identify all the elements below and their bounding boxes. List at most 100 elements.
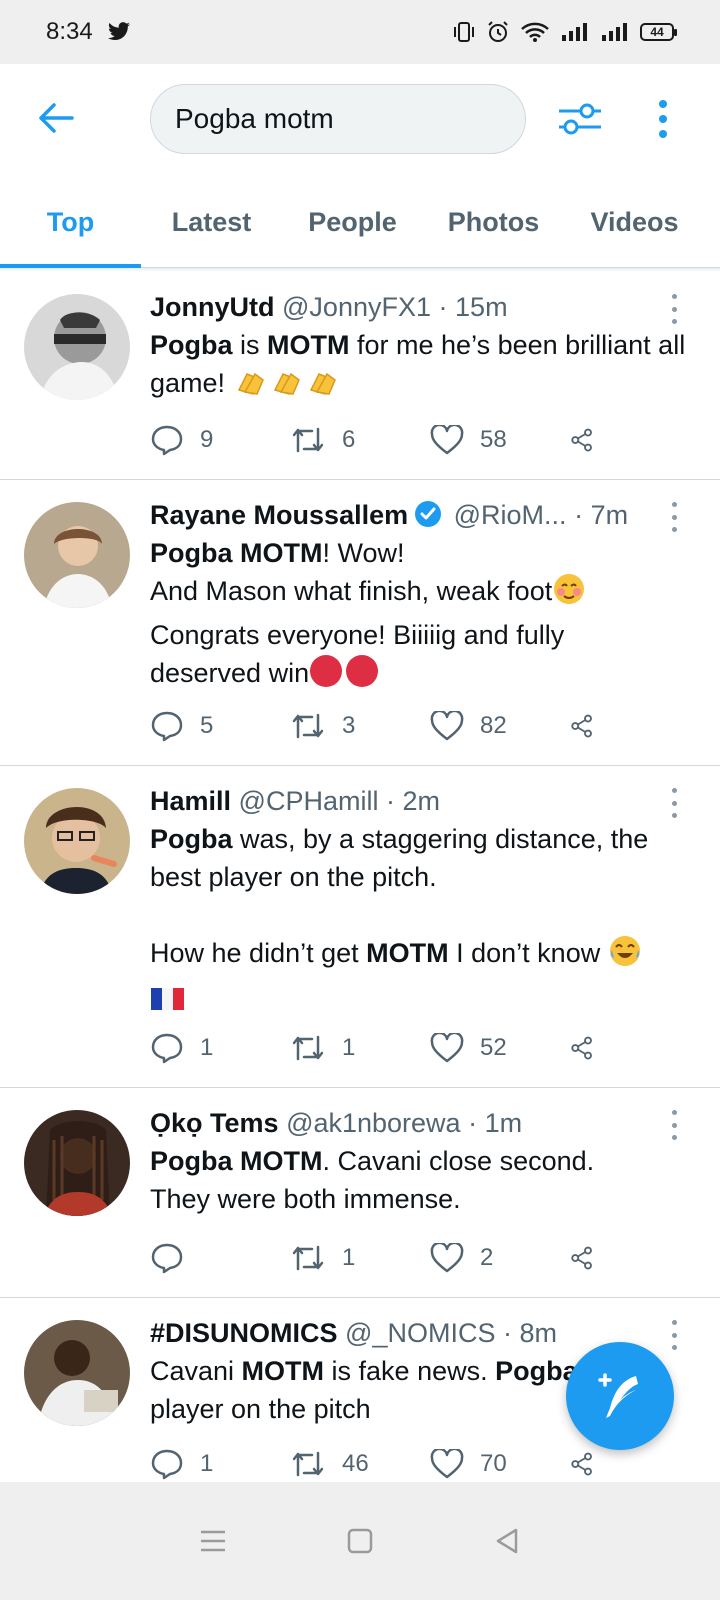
tweet-actions: 1 2 — [150, 1236, 620, 1280]
tweet-text-bold: MOTM — [267, 330, 350, 360]
like-count: 2 — [480, 1244, 494, 1271]
tweet[interactable]: Ọkọ Tems @ak1nborewa · 1m Pogba MOTM. Ca… — [0, 1088, 720, 1298]
tweet-dot: · — [574, 500, 584, 530]
like-count: 82 — [480, 712, 507, 739]
avatar[interactable] — [24, 1110, 130, 1216]
battery-icon: 44 — [640, 23, 677, 41]
tweet-author-name: #DISUNOMICS — [150, 1318, 338, 1348]
tweet-text-bold: Pogba — [150, 824, 233, 854]
tweet-author-handle: @_NOMICS — [345, 1318, 496, 1348]
retweet-button[interactable]: 1 — [290, 1243, 430, 1273]
tweet-text-bold: MOTM — [241, 1356, 325, 1386]
wifi-icon — [521, 22, 549, 42]
france-flag-emoji — [150, 984, 184, 1022]
like-count: 52 — [480, 1034, 507, 1061]
retweet-icon — [292, 427, 324, 453]
filter-button[interactable] — [556, 96, 604, 142]
tweet-text: Pogba was, by a staggering distance, the… — [150, 820, 690, 1022]
tweet-menu-button[interactable] — [664, 1320, 684, 1350]
like-icon — [430, 1449, 464, 1479]
more-vertical-icon — [659, 100, 667, 138]
retweet-button[interactable]: 3 — [290, 711, 430, 741]
tweet-text-part: deserved win — [150, 658, 310, 688]
tweet-actions: 1 46 70 — [150, 1442, 620, 1482]
avatar[interactable] — [24, 294, 130, 400]
retweet-count: 1 — [342, 1244, 356, 1271]
reply-button[interactable]: 9 — [150, 424, 290, 456]
reply-count: 1 — [200, 1450, 214, 1477]
tweet-time: 2m — [402, 786, 441, 816]
tweet[interactable]: Rayane Moussallem @RioM... · 7m Pogba MO… — [0, 480, 720, 766]
verified-icon — [414, 500, 442, 538]
tweet-actions: 5 3 82 — [150, 704, 620, 748]
like-button[interactable]: 2 — [430, 1243, 570, 1273]
reply-button[interactable]: 1 — [150, 1448, 290, 1480]
tweet-header: Hamill @CPHamill · 2m — [150, 782, 660, 820]
more-options-button[interactable] — [648, 96, 678, 142]
avatar[interactable] — [24, 788, 130, 894]
tweet-text-part: And Mason what finish, weak foot — [150, 576, 553, 606]
tweet-time: 8m — [519, 1318, 558, 1348]
retweet-button[interactable]: 46 — [290, 1449, 430, 1479]
tweet-text: Pogba MOTM. Cavani close second. They we… — [150, 1142, 690, 1218]
tweet-menu-button[interactable] — [664, 294, 684, 324]
tweet-text: Pogba is MOTM for me he’s been brilliant… — [150, 326, 690, 408]
tweet-header: Rayane Moussallem @RioM... · 7m — [150, 496, 660, 538]
search-input[interactable]: Pogba motm — [150, 84, 526, 154]
tab-people[interactable]: People — [282, 176, 423, 268]
tweet-text-bold: Pogba — [495, 1356, 578, 1386]
back-button[interactable] — [36, 98, 76, 138]
tweet[interactable]: Hamill @CPHamill · 2m Pogba was, by a st… — [0, 766, 720, 1088]
compose-tweet-button[interactable] — [566, 1342, 674, 1450]
like-button[interactable]: 52 — [430, 1033, 570, 1063]
tweet-header: Ọkọ Tems @ak1nborewa · 1m — [150, 1104, 660, 1142]
tweet-time: 7m — [590, 500, 629, 530]
share-button[interactable] — [570, 1448, 610, 1480]
tweet[interactable]: JonnyUtd @JonnyFX1 · 15m Pogba is MOTM f… — [0, 272, 720, 480]
tweet-time: 1m — [484, 1108, 523, 1138]
tab-top[interactable]: Top — [0, 176, 141, 269]
reply-button[interactable]: 1 — [150, 1032, 290, 1064]
tweet-header: #DISUNOMICS @_NOMICS · 8m — [150, 1314, 660, 1352]
tears-of-joy-emoji — [608, 934, 642, 978]
share-button[interactable] — [570, 1032, 610, 1064]
tweet-text: Pogba MOTM! Wow! And Mason what finish, … — [150, 534, 690, 698]
retweet-icon — [292, 1245, 324, 1271]
tweet-menu-button[interactable] — [664, 1110, 684, 1140]
filter-icon — [559, 103, 601, 135]
avatar[interactable] — [24, 502, 130, 608]
home-button[interactable] — [340, 1521, 380, 1561]
tab-latest[interactable]: Latest — [141, 176, 282, 268]
tweet-text-part: Cavani — [150, 1356, 242, 1386]
retweet-button[interactable]: 6 — [290, 425, 430, 455]
share-button[interactable] — [570, 710, 610, 742]
share-button[interactable] — [570, 1242, 610, 1274]
tweet-text-bold: Pogba MOTM — [150, 538, 323, 568]
retweet-count: 46 — [342, 1450, 369, 1477]
like-icon — [430, 711, 464, 741]
back-arrow-icon — [39, 103, 74, 133]
reply-button[interactable]: 5 — [150, 710, 290, 742]
reply-icon — [151, 1243, 183, 1274]
tweet-author-name: Ọkọ Tems — [150, 1108, 279, 1138]
tweet-menu-button[interactable] — [664, 788, 684, 818]
recent-apps-button[interactable] — [193, 1521, 233, 1561]
search-tabs: Top Latest People Photos Videos — [0, 176, 720, 269]
reply-button[interactable] — [150, 1242, 290, 1274]
like-button[interactable]: 58 — [430, 425, 570, 455]
retweet-button[interactable]: 1 — [290, 1033, 430, 1063]
search-header: Pogba motm — [0, 64, 720, 176]
tweet-header: JonnyUtd @JonnyFX1 · 15m — [150, 288, 660, 326]
tab-videos[interactable]: Videos — [564, 176, 705, 268]
like-button[interactable]: 82 — [430, 711, 570, 741]
retweet-count: 6 — [342, 426, 356, 453]
tweet-menu-button[interactable] — [664, 502, 684, 532]
like-button[interactable]: 70 — [430, 1449, 570, 1479]
tab-photos[interactable]: Photos — [423, 176, 564, 268]
share-button[interactable] — [570, 424, 610, 456]
share-icon — [571, 1452, 592, 1476]
system-back-button[interactable] — [487, 1521, 527, 1561]
tweet-author-name: Rayane Moussallem — [150, 500, 409, 530]
tweet-text-part: They were both immense. — [150, 1184, 461, 1214]
avatar[interactable] — [24, 1320, 130, 1426]
